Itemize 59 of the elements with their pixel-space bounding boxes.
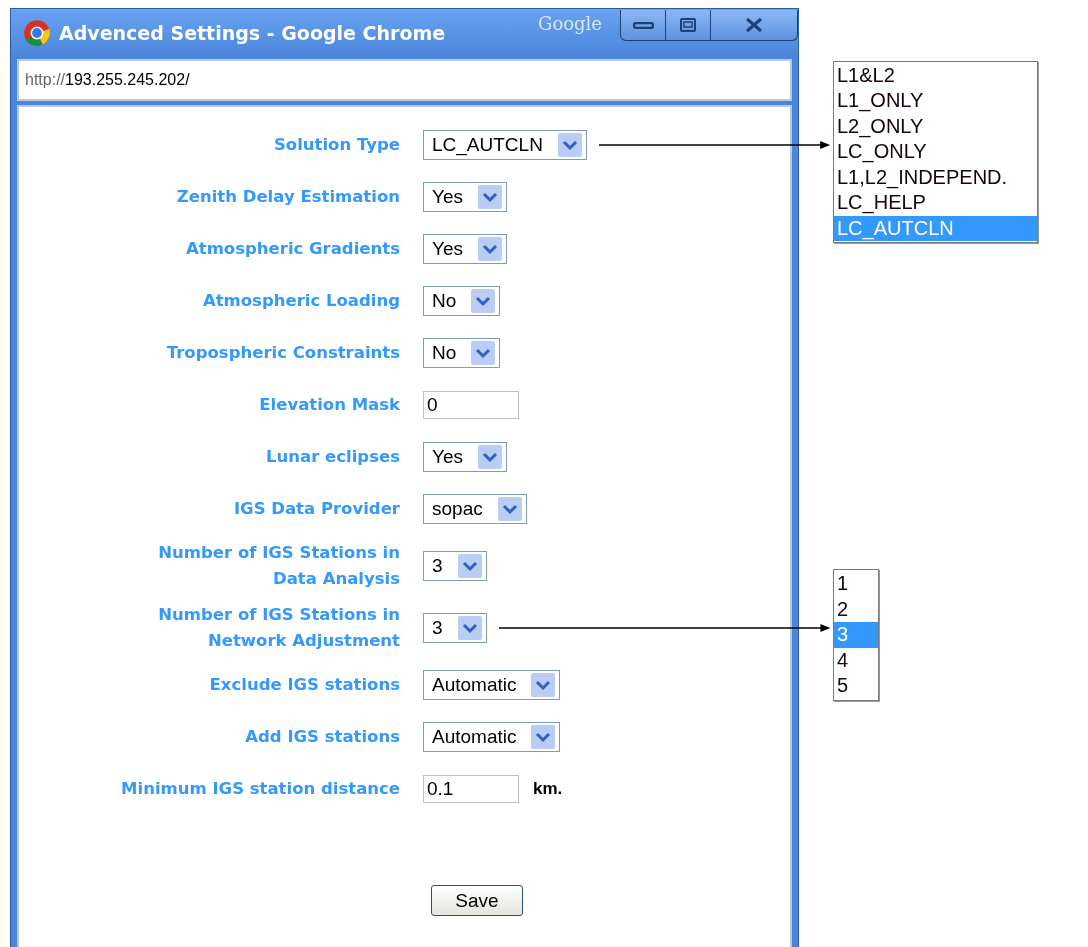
chevron-icon	[556, 133, 583, 157]
close-icon	[744, 17, 764, 33]
chevron-icon	[470, 289, 497, 313]
field-label: Lunar eclipses	[265, 446, 401, 468]
field-label: Number of IGS Stations in Network Adjustment	[157, 604, 401, 652]
close-button[interactable]	[711, 10, 798, 41]
field-label: Minimum IGS station distance	[120, 778, 401, 800]
dropdown[interactable]: Yes	[423, 234, 507, 264]
browser-logo-icon	[23, 19, 51, 47]
list-option[interactable]: L1_ONLY	[834, 88, 1038, 114]
list-option[interactable]: L1,L2_INDEPEND.	[834, 164, 1038, 190]
input-field[interactable]: 0	[423, 391, 519, 419]
maximize-icon	[678, 17, 698, 33]
minimize-button[interactable]	[620, 10, 666, 41]
list-option[interactable]: LC_HELP	[834, 190, 1038, 216]
unit-label: km.	[533, 779, 563, 799]
field-label: Number of IGS Stations in Data Analysis	[157, 542, 401, 590]
field-label: Elevation Mask	[258, 394, 401, 416]
dropdown[interactable]: sopac	[423, 494, 527, 524]
list-option[interactable]: 2	[834, 596, 879, 622]
maximize-button[interactable]	[666, 10, 711, 41]
window-title: Advenced Settings - Google Chrome	[59, 22, 446, 44]
dropdown[interactable]: Automatic	[423, 722, 561, 752]
list-option[interactable]: 5	[834, 673, 879, 699]
chevron-icon	[477, 185, 503, 209]
chevron-icon	[496, 497, 523, 521]
dropdown[interactable]: Automatic	[423, 670, 561, 700]
field-label: Atmospheric Loading	[201, 290, 401, 312]
field-label: IGS Data Provider	[232, 498, 401, 520]
list-option[interactable]: L2_ONLY	[834, 113, 1038, 139]
list-option[interactable]: LC_ONLY	[834, 139, 1038, 165]
dropdown[interactable]: No	[423, 338, 501, 368]
chevron-icon	[470, 341, 497, 365]
save-button[interactable]: Save	[431, 885, 523, 916]
chevron-icon	[477, 237, 503, 261]
dropdown[interactable]: 3	[423, 613, 487, 643]
field-label: Add IGS stations	[244, 726, 401, 748]
chevron-icon	[477, 445, 503, 469]
list-option[interactable]: 1	[834, 571, 879, 597]
field-label: Exclude IGS stations	[208, 674, 401, 696]
brand-label: Google	[538, 13, 602, 34]
list-option[interactable]: 4	[834, 647, 879, 673]
field-label: Atmospheric Gradients	[185, 238, 401, 260]
dropdown[interactable]: LC_AUTCLN	[423, 130, 587, 160]
field-label: Tropospheric Constraints	[165, 342, 401, 364]
chevron-icon	[456, 554, 483, 578]
chevron-icon	[530, 725, 557, 749]
field-label: Solution Type	[272, 134, 401, 156]
dropdown[interactable]: Yes	[423, 442, 507, 472]
minimize-icon	[632, 21, 654, 29]
chevron-icon	[456, 616, 483, 640]
dropdown[interactable]: 3	[423, 551, 487, 581]
chevron-icon	[530, 673, 557, 697]
input-field[interactable]: 0.1	[423, 775, 519, 803]
dropdown[interactable]: No	[423, 286, 501, 316]
list-option[interactable]: L1&L2	[834, 62, 1038, 88]
address-bar[interactable]: http://193.255.245.202/	[17, 59, 792, 101]
field-label: Zenith Delay Estimation	[175, 186, 401, 208]
dropdown[interactable]: Yes	[423, 182, 507, 212]
